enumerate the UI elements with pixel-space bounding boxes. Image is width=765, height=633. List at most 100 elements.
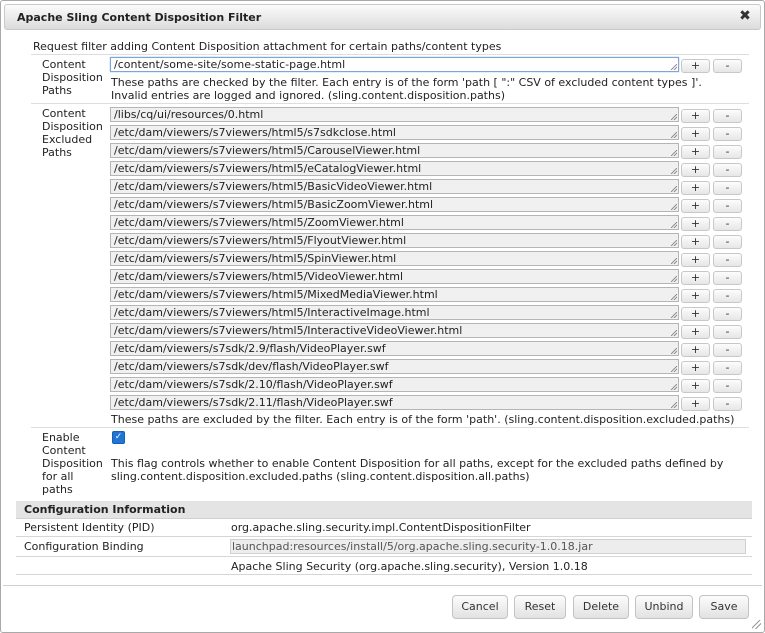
excluded-add-button[interactable]: + [681, 109, 710, 123]
excluded-path-input[interactable]: /libs/cq/ui/resources/0.html [110, 107, 679, 122]
resize-grip-icon[interactable] [671, 348, 677, 354]
excluded-remove-button[interactable]: - [713, 163, 742, 177]
resize-grip-icon[interactable] [671, 402, 677, 408]
enable-label: Enable Content Disposition for all paths [42, 431, 103, 496]
excluded-add-button[interactable]: + [681, 289, 710, 303]
unbind-button[interactable]: Unbind [635, 595, 693, 619]
excluded-add-button[interactable]: + [681, 145, 710, 159]
excluded-remove-button[interactable]: - [713, 217, 742, 231]
excluded-path-input[interactable]: /etc/dam/viewers/s7viewers/html5/BasicZo… [110, 197, 679, 212]
excluded-path-input[interactable]: /etc/dam/viewers/s7viewers/html5/Carouse… [110, 143, 679, 158]
excluded-path-value: /etc/dam/viewers/s7sdk/dev/flash/VideoPl… [114, 360, 389, 373]
excluded-path-input[interactable]: /etc/dam/viewers/s7viewers/html5/Interac… [110, 305, 679, 320]
excluded-remove-button[interactable]: - [713, 361, 742, 375]
excluded-add-button[interactable]: + [681, 397, 710, 411]
dialog-titlebar[interactable]: Apache Sling Content Disposition Filter … [4, 4, 761, 30]
excluded-remove-button[interactable]: - [713, 145, 742, 159]
excluded-path-input[interactable]: /etc/dam/viewers/s7viewers/html5/BasicVi… [110, 179, 679, 194]
excluded-path-input[interactable]: /etc/dam/viewers/s7viewers/html5/Interac… [110, 323, 679, 338]
excluded-remove-button[interactable]: - [713, 307, 742, 321]
divider [16, 556, 752, 557]
excluded-path-input[interactable]: /etc/dam/viewers/s7viewers/html5/MixedMe… [110, 287, 679, 302]
excluded-remove-button[interactable]: - [713, 343, 742, 357]
enable-checkbox[interactable]: ✓ [112, 431, 125, 444]
excluded-path-value: /libs/cq/ui/resources/0.html [114, 108, 264, 121]
excluded-remove-button[interactable]: - [713, 379, 742, 393]
resize-grip-icon[interactable] [671, 366, 677, 372]
binding-value: launchpad:resources/install/5/org.apache… [230, 539, 746, 554]
excluded-path-input[interactable]: /etc/dam/viewers/s7sdk/2.11/flash/VideoP… [110, 395, 679, 410]
divider [31, 427, 749, 428]
excluded-path-input[interactable]: /etc/dam/viewers/s7viewers/html5/ZoomVie… [110, 215, 679, 230]
resize-grip-icon[interactable] [671, 222, 677, 228]
resize-grip-icon[interactable] [671, 114, 677, 120]
resize-grip-icon[interactable] [671, 150, 677, 156]
resize-grip-icon[interactable] [671, 132, 677, 138]
excluded-add-button[interactable]: + [681, 199, 710, 213]
excluded-remove-button[interactable]: - [713, 271, 742, 285]
excluded-add-button[interactable]: + [681, 325, 710, 339]
dialog-resize-icon[interactable] [752, 620, 761, 629]
excluded-add-button[interactable]: + [681, 235, 710, 249]
excluded-path-value: /etc/dam/viewers/s7sdk/2.10/flash/VideoP… [114, 378, 393, 391]
excluded-path-value: /etc/dam/viewers/s7viewers/html5/eCatalo… [114, 162, 422, 175]
excluded-remove-button[interactable]: - [713, 235, 742, 249]
excluded-path-input[interactable]: /etc/dam/viewers/s7viewers/html5/VideoVi… [110, 269, 679, 284]
cancel-button[interactable]: Cancel [452, 595, 508, 619]
excluded-add-button[interactable]: + [681, 253, 710, 267]
divider [16, 536, 752, 537]
excluded-path-value: /etc/dam/viewers/s7viewers/html5/Interac… [114, 306, 430, 319]
paths-add-button[interactable]: + [681, 59, 710, 73]
resize-grip-icon[interactable] [671, 312, 677, 318]
delete-button[interactable]: Delete [573, 595, 629, 619]
paths-remove-button[interactable]: - [713, 59, 742, 73]
excluded-path-value: /etc/dam/viewers/s7sdk/2.9/flash/VideoPl… [114, 342, 386, 355]
resize-grip-icon[interactable] [671, 384, 677, 390]
resize-grip-icon[interactable] [671, 168, 677, 174]
excluded-path-input[interactable]: /etc/dam/viewers/s7sdk/2.9/flash/VideoPl… [110, 341, 679, 356]
close-icon[interactable]: ✖ [738, 9, 752, 23]
excluded-remove-button[interactable]: - [713, 289, 742, 303]
divider [31, 54, 749, 55]
excluded-path-input[interactable]: /etc/dam/viewers/s7viewers/html5/SpinVie… [110, 251, 679, 266]
resize-grip-icon[interactable] [671, 240, 677, 246]
excluded-add-button[interactable]: + [681, 163, 710, 177]
excluded-remove-button[interactable]: - [713, 325, 742, 339]
excluded-add-button[interactable]: + [681, 361, 710, 375]
excluded-remove-button[interactable]: - [713, 181, 742, 195]
excluded-add-button[interactable]: + [681, 307, 710, 321]
excluded-add-button[interactable]: + [681, 343, 710, 357]
binding-label: Configuration Binding [24, 540, 144, 553]
excluded-add-button[interactable]: + [681, 181, 710, 195]
config-dialog: Apache Sling Content Disposition Filter … [0, 0, 765, 633]
save-button[interactable]: Save [699, 595, 749, 619]
reset-button[interactable]: Reset [514, 595, 566, 619]
excluded-path-input[interactable]: /etc/dam/viewers/s7viewers/html5/FlyoutV… [110, 233, 679, 248]
excluded-remove-button[interactable]: - [713, 109, 742, 123]
resize-grip-icon[interactable] [671, 64, 677, 70]
excluded-path-input[interactable]: /etc/dam/viewers/s7sdk/dev/flash/VideoPl… [110, 359, 679, 374]
excluded-remove-button[interactable]: - [713, 397, 742, 411]
resize-grip-icon[interactable] [671, 186, 677, 192]
resize-grip-icon[interactable] [671, 276, 677, 282]
resize-grip-icon[interactable] [671, 330, 677, 336]
excluded-path-value: /etc/dam/viewers/s7viewers/html5/s7sdkcl… [114, 126, 396, 139]
excluded-remove-button[interactable]: - [713, 127, 742, 141]
paths-input[interactable]: /content/some-site/some-static-page.html [110, 57, 679, 72]
resize-grip-icon[interactable] [671, 258, 677, 264]
excluded-add-button[interactable]: + [681, 127, 710, 141]
excluded-path-input[interactable]: /etc/dam/viewers/s7sdk/2.10/flash/VideoP… [110, 377, 679, 392]
paths-label: Content Disposition Paths [42, 58, 103, 97]
bundle-value: Apache Sling Security (org.apache.sling.… [231, 560, 588, 573]
excluded-help: These paths are excluded by the filter. … [111, 413, 735, 426]
excluded-add-button[interactable]: + [681, 217, 710, 231]
resize-grip-icon[interactable] [671, 204, 677, 210]
excluded-remove-button[interactable]: - [713, 199, 742, 213]
excluded-add-button[interactable]: + [681, 271, 710, 285]
excluded-path-input[interactable]: /etc/dam/viewers/s7viewers/html5/s7sdkcl… [110, 125, 679, 140]
excluded-add-button[interactable]: + [681, 379, 710, 393]
excluded-path-value: /etc/dam/viewers/s7viewers/html5/ZoomVie… [114, 216, 404, 229]
excluded-path-input[interactable]: /etc/dam/viewers/s7viewers/html5/eCatalo… [110, 161, 679, 176]
excluded-remove-button[interactable]: - [713, 253, 742, 267]
resize-grip-icon[interactable] [671, 294, 677, 300]
